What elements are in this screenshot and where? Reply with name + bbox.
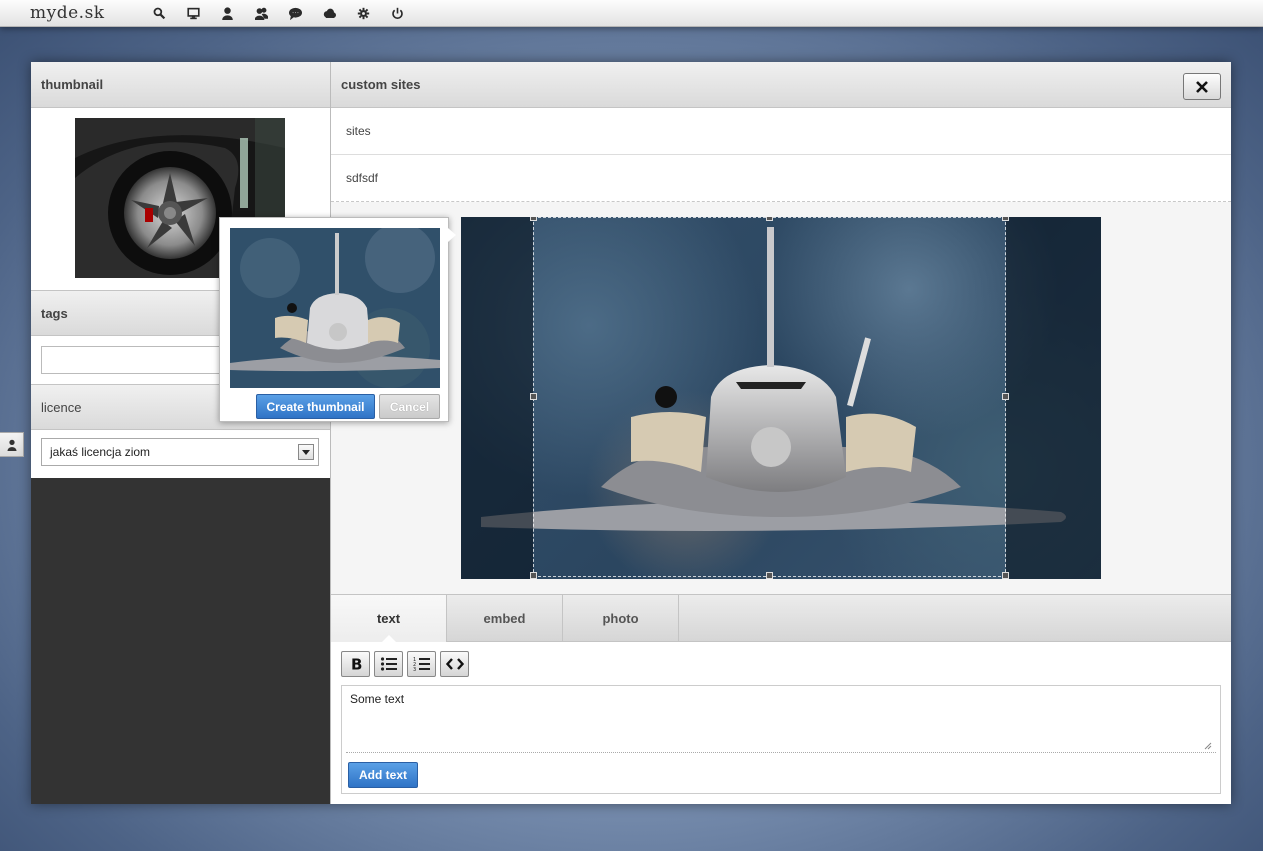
numbered-list-icon: 123 <box>413 657 430 672</box>
top-bar: myde.sk <box>0 0 1263 27</box>
site-row[interactable]: sites <box>331 108 1231 155</box>
text-content-field[interactable]: Some text <box>346 689 1216 753</box>
search-icon[interactable] <box>142 0 176 27</box>
right-panel: custom sites sites sdfsdf text embed pho… <box>331 62 1231 804</box>
bullet-list-icon <box>380 657 397 671</box>
editor-toolbar: B 123 <box>341 651 469 677</box>
crop-handle[interactable] <box>766 572 773 579</box>
chevron-down-icon[interactable] <box>298 444 314 460</box>
bold-icon: B <box>351 656 362 672</box>
svg-text:3: 3 <box>413 667 416 672</box>
cancel-button[interactable]: Cancel <box>379 394 440 419</box>
custom-sites-title: custom sites <box>341 77 421 92</box>
close-icon <box>1196 80 1208 93</box>
code-icon <box>445 658 464 670</box>
crop-handle[interactable] <box>530 572 537 579</box>
gear-icon[interactable] <box>346 0 380 27</box>
editor-box: Some text Add text <box>341 685 1221 794</box>
svg-text:B: B <box>351 656 362 672</box>
crop-handle[interactable] <box>1002 217 1009 221</box>
users-icon[interactable] <box>244 0 278 27</box>
site-row[interactable]: sdfsdf <box>331 155 1231 202</box>
licence-area: jakaś licencja ziom <box>31 430 330 478</box>
chat-icon[interactable] <box>278 0 312 27</box>
licence-select-value: jakaś licencja ziom <box>50 445 151 459</box>
bold-button[interactable]: B <box>341 651 370 677</box>
site-logo[interactable]: myde.sk <box>30 3 142 23</box>
editor-window: thumbnail tags licence jakaś licencja zi… <box>31 62 1231 804</box>
add-text-button[interactable]: Add text <box>348 762 418 788</box>
text-editor: B 123 Some text Add text <box>331 642 1231 804</box>
user-icon[interactable] <box>210 0 244 27</box>
tab-text[interactable]: text <box>331 595 447 643</box>
crop-handle[interactable] <box>1002 572 1009 579</box>
licence-select[interactable]: jakaś licencja ziom <box>41 438 319 466</box>
crop-handle[interactable] <box>766 217 773 221</box>
thumbnail-preview-image <box>230 228 440 388</box>
custom-sites-heading: custom sites <box>331 62 1231 108</box>
close-button[interactable] <box>1183 73 1221 100</box>
crop-handle[interactable] <box>530 393 537 400</box>
resize-handle-icon[interactable] <box>1204 742 1212 750</box>
crop-selection[interactable] <box>533 217 1006 577</box>
left-panel: thumbnail tags licence jakaś licencja zi… <box>31 62 331 804</box>
side-user-icon[interactable] <box>0 432 24 457</box>
create-thumbnail-button[interactable]: Create thumbnail <box>256 394 375 419</box>
cloud-icon[interactable] <box>312 0 346 27</box>
crop-handle[interactable] <box>530 217 537 221</box>
tab-photo[interactable]: photo <box>563 595 679 642</box>
thumbnail-popover: Create thumbnail Cancel <box>219 217 456 422</box>
bullet-list-button[interactable] <box>374 651 403 677</box>
code-button[interactable] <box>440 651 469 677</box>
monitor-icon[interactable] <box>176 0 210 27</box>
content-tabs: text embed photo <box>331 594 1231 643</box>
power-icon[interactable] <box>380 0 414 27</box>
crop-image[interactable] <box>461 217 1101 579</box>
tab-embed[interactable]: embed <box>447 595 563 642</box>
crop-handle[interactable] <box>1002 393 1009 400</box>
numbered-list-button[interactable]: 123 <box>407 651 436 677</box>
thumbnail-heading: thumbnail <box>31 62 330 108</box>
